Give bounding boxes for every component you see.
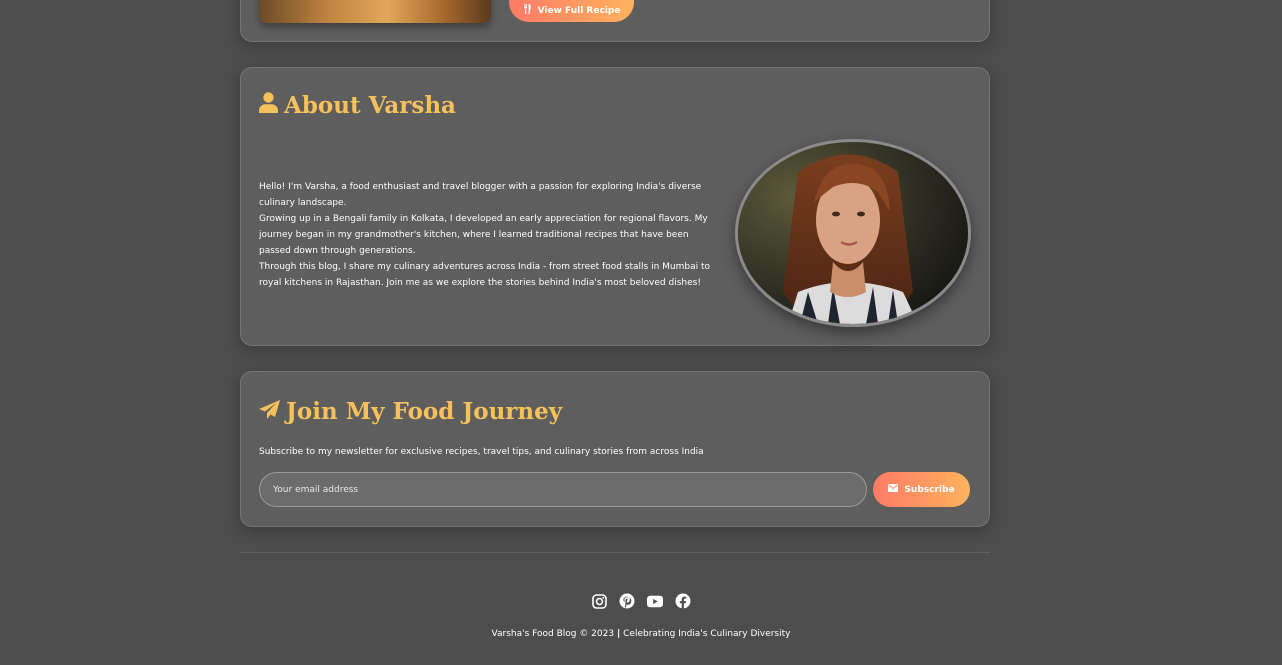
email-input[interactable]: [259, 472, 867, 507]
about-text: Hello! I'm Varsha, a food enthusiast and…: [259, 179, 719, 291]
footer-divider: [240, 552, 990, 553]
about-title: About Varsha: [259, 92, 456, 119]
newsletter-title: Join My Food Journey: [259, 398, 562, 425]
envelope-icon: [888, 484, 899, 495]
facebook-icon[interactable]: [675, 593, 691, 609]
about-paragraph: Growing up in a Bengali family in Kolkat…: [259, 214, 708, 256]
instagram-icon[interactable]: [591, 593, 607, 609]
footer-tagline: Celebrating India's Culinary Diversity: [623, 629, 791, 639]
subscribe-button[interactable]: Subscribe: [873, 472, 970, 507]
recipe-card: View Full Recipe: [240, 0, 990, 42]
social-links: [0, 593, 1282, 609]
user-icon: [259, 92, 278, 119]
footer-text: Varsha's Food Blog © 2023 | Celebrating …: [0, 629, 1282, 639]
newsletter-card: Join My Food Journey Subscribe to my new…: [240, 371, 990, 527]
about-paragraph: Through this blog, I share my culinary a…: [259, 262, 711, 288]
subscribe-label: Subscribe: [904, 484, 955, 495]
view-full-recipe-button[interactable]: View Full Recipe: [509, 0, 634, 22]
newsletter-title-text: Join My Food Journey: [286, 398, 563, 425]
about-paragraph: Hello! I'm Varsha, a food enthusiast and…: [259, 182, 702, 208]
view-full-recipe-label: View Full Recipe: [537, 5, 621, 16]
avatar: [735, 139, 971, 327]
recipe-image: [259, 0, 491, 23]
page: View Full Recipe About Varsha Hello! I'm…: [0, 0, 1282, 665]
paper-plane-icon: [259, 398, 280, 425]
utensils-icon: [523, 4, 532, 17]
footer-copyright: Varsha's Food Blog © 2023: [491, 629, 615, 639]
about-card: About Varsha Hello! I'm Varsha, a food e…: [240, 67, 990, 346]
pinterest-icon[interactable]: [619, 593, 635, 609]
newsletter-description: Subscribe to my newsletter for exclusive…: [259, 447, 704, 457]
about-title-text: About Varsha: [284, 92, 456, 119]
youtube-icon[interactable]: [647, 593, 663, 609]
footer-separator: |: [616, 629, 621, 639]
